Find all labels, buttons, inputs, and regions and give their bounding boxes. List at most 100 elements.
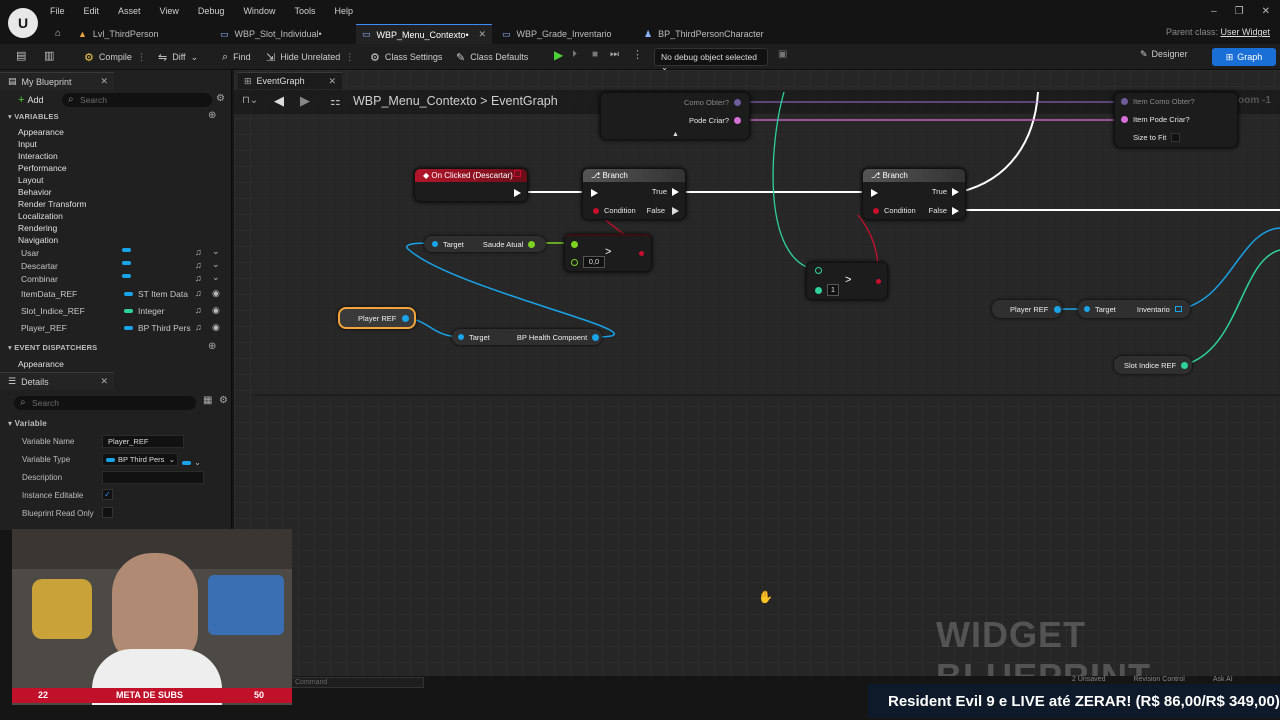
variable-player-ref[interactable]: Player_REF [21, 323, 67, 333]
variables-header[interactable]: ▾ VARIABLES [8, 112, 59, 121]
pin-dot[interactable] [402, 314, 410, 322]
category-render-transform[interactable]: Render Transform [18, 199, 87, 209]
tab-details[interactable]: ☰ Details ✕ [0, 372, 114, 390]
node-get-health-component[interactable]: Target BP Health Compoent [452, 329, 602, 345]
add-button[interactable]: + Add [18, 93, 43, 107]
breadcrumb-leaf[interactable]: EventGraph [491, 94, 558, 108]
pin-dot[interactable] [1181, 361, 1189, 369]
eye-icon[interactable]: ◉ [212, 322, 220, 333]
graph-button[interactable]: ⊞ Graph [1212, 48, 1276, 66]
variable-section-header[interactable]: ▾ Variable [8, 419, 47, 428]
pin-dot[interactable] [1054, 305, 1062, 313]
variable-slot-indice-ref[interactable]: Slot_Indice_REF [21, 306, 85, 316]
chevron-down-icon[interactable]: ⌄ [212, 246, 220, 257]
pin-true[interactable]: True [652, 187, 679, 196]
category-rendering[interactable]: Rendering [18, 223, 57, 233]
event-dispatchers-header[interactable]: ▾ EVENT DISPATCHERS [8, 343, 97, 352]
bell-icon[interactable]: ♫ [195, 260, 202, 270]
settings-icon[interactable]: ⚙ [216, 93, 225, 104]
bell-icon[interactable]: ♫ [195, 305, 202, 315]
pin-true[interactable]: True [932, 187, 959, 196]
debug-object-select[interactable]: No debug object selected ⌄ [654, 48, 768, 72]
variable-combinar[interactable]: Combinar [21, 274, 58, 284]
menu-help[interactable]: Help [334, 6, 353, 16]
bell-icon[interactable]: ♫ [195, 247, 202, 257]
category-layout[interactable]: Layout [18, 175, 44, 185]
exec-in-pin[interactable] [591, 188, 598, 200]
category-interaction[interactable]: Interaction [18, 151, 58, 161]
node-greater-than-1[interactable]: 0,0 > [564, 234, 652, 272]
back-arrow-icon[interactable]: ◀ [274, 93, 284, 109]
settings-icon[interactable]: ⚙ [219, 395, 228, 406]
tab-wbp-slot-individual[interactable]: ▭ WBP_Slot_Individual• [214, 24, 354, 44]
category-input[interactable]: Input [18, 139, 37, 149]
save-icon[interactable]: ▤ [16, 49, 26, 62]
pin-b[interactable] [571, 259, 578, 266]
node-player-ref-selected[interactable]: Player REF [338, 307, 416, 329]
ask-ai[interactable]: Ask AI [1213, 676, 1233, 683]
pin-target[interactable]: Target [1095, 305, 1116, 314]
category-navigation[interactable]: Navigation [18, 235, 58, 245]
compare-value-field[interactable]: 0,0 [583, 256, 605, 268]
pin-saude-atual[interactable]: Saude Atual [483, 240, 523, 249]
close-panel-icon[interactable]: ✕ [100, 76, 108, 87]
pin-pode-criar[interactable]: Pode Criar? [689, 116, 741, 125]
dispatcher-category-appearance[interactable]: Appearance [18, 359, 64, 369]
browse-icon[interactable]: ▥ [44, 49, 54, 62]
hide-unrelated-button[interactable]: ⇲ Hide Unrelated ⋮ [266, 49, 354, 65]
more-options-icon[interactable]: ⋮ [632, 48, 643, 61]
table-view-icon[interactable]: ▦ [203, 395, 212, 406]
pin-b[interactable] [815, 287, 822, 294]
pin-item-pode-criar[interactable]: Item Pode Criar? [1121, 115, 1190, 124]
bell-icon[interactable]: ♫ [195, 273, 202, 283]
menu-file[interactable]: File [50, 6, 65, 16]
add-dispatcher-icon[interactable]: ⊕ [208, 341, 216, 352]
description-field[interactable] [102, 471, 204, 484]
pin-a[interactable] [815, 267, 822, 274]
variable-type-select[interactable]: BP Third Pers ⌄ [102, 453, 178, 466]
node-player-ref[interactable]: Player REF [992, 300, 1062, 318]
maximize-icon[interactable]: ❐ [1235, 6, 1244, 17]
blueprint-read-only-checkbox[interactable] [102, 507, 113, 518]
tab-lvl-thirdperson[interactable]: ▲ Lvl_ThirdPerson [72, 24, 212, 44]
exec-in-pin[interactable] [871, 188, 878, 200]
close-tab-icon[interactable]: ✕ [328, 76, 336, 87]
menu-debug[interactable]: Debug [198, 6, 225, 16]
skip-icon[interactable]: ⏭ [610, 49, 619, 60]
compile-button[interactable]: ⚙ Compile ⋮ [84, 49, 146, 65]
node-greater-than-2[interactable]: 1 > [806, 262, 888, 300]
close-tab-icon[interactable]: ✕ [478, 29, 486, 40]
tab-eventgraph[interactable]: ⊞ EventGraph ✕ [238, 72, 342, 89]
category-localization[interactable]: Localization [18, 211, 63, 221]
instance-editable-checkbox[interactable]: ✓ [102, 489, 113, 500]
pin-condition[interactable]: Condition [873, 206, 916, 215]
node-top-left[interactable]: Como Obter? Pode Criar? ▲ [600, 92, 750, 140]
menu-tools[interactable]: Tools [294, 6, 315, 16]
pin-health-component[interactable]: BP Health Compoent [517, 333, 587, 342]
tab-wbp-grade-inventario[interactable]: ▭ WBP_Grade_Inventario [496, 24, 636, 44]
node-get-inventario[interactable]: Target Inventario [1078, 300, 1190, 318]
revision-control[interactable]: Revision Control [1133, 676, 1184, 683]
class-defaults-button[interactable]: ✎ Class Defaults [456, 49, 528, 65]
close-panel-icon[interactable]: ✕ [100, 376, 108, 387]
pin-result[interactable] [876, 279, 881, 284]
node-get-saude-atual[interactable]: Target Saude Atual [424, 236, 546, 252]
my-blueprint-search[interactable]: Search [62, 93, 212, 107]
pin-inventario[interactable]: Inventario [1137, 305, 1170, 314]
chevron-down-icon[interactable]: ⌄ [212, 272, 220, 283]
pin-size-to-fit[interactable]: Size to Fit [1133, 133, 1181, 142]
category-behavior[interactable]: Behavior [18, 187, 52, 197]
menu-asset[interactable]: Asset [118, 6, 141, 16]
variable-itemdata-ref[interactable]: ItemData_REF [21, 289, 77, 299]
details-search[interactable]: Search [14, 396, 196, 410]
pin-item-como-obter[interactable]: Item Como Obter? [1121, 97, 1195, 106]
delegate-pin-icon[interactable] [514, 170, 521, 177]
unsaved-status[interactable]: 2 Unsaved [1072, 676, 1105, 683]
variable-name-field[interactable]: Player_REF [102, 435, 184, 448]
unreal-logo-icon[interactable]: U [8, 8, 38, 38]
collapse-icon[interactable]: ▲ [672, 131, 679, 138]
node-branch-2[interactable]: ⎇ Branch True Condition False [862, 168, 966, 220]
tab-wbp-menu-contexto[interactable]: ▭ WBP_Menu_Contexto• ✕ [356, 24, 492, 44]
close-window-icon[interactable]: ✕ [1262, 6, 1270, 17]
container-type-select[interactable]: ⌄ [182, 456, 201, 468]
